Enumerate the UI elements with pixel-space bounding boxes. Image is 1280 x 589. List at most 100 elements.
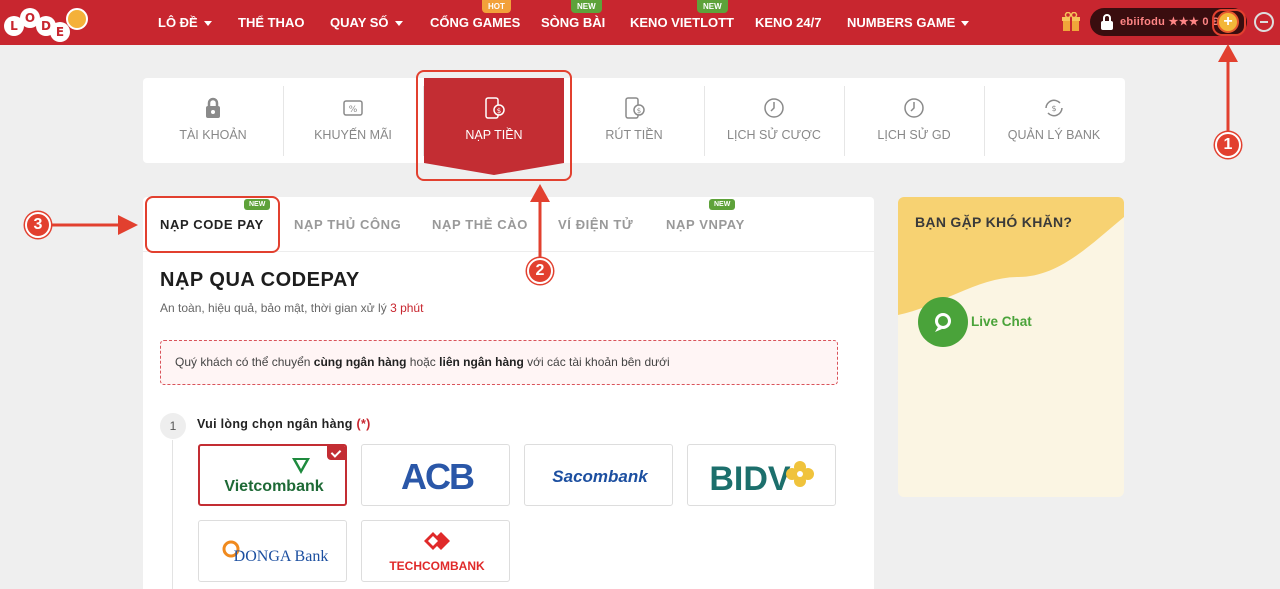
lock-icon bbox=[1101, 14, 1113, 30]
tab-nap-the-cao[interactable]: NẠP THẺ CÀO bbox=[432, 197, 528, 252]
annotation-number: 1 bbox=[1215, 132, 1241, 158]
nav-quay-so[interactable]: QUAY SỐ bbox=[330, 0, 403, 45]
vietcombank-logo: Vietcombank bbox=[224, 458, 324, 495]
nav-lo-de[interactable]: LÔ ĐỀ bbox=[158, 0, 212, 45]
tab-lich-su-gd[interactable]: LỊCH SỬ GD bbox=[844, 78, 984, 163]
chevron-down-icon bbox=[961, 21, 970, 27]
tab-label: NẠP VNPAY bbox=[666, 217, 745, 232]
annotation-box-plus bbox=[1212, 9, 1246, 36]
username-balance: ebiifodu ★★★ 0 Đ bbox=[1120, 16, 1221, 28]
svg-text:%: % bbox=[349, 105, 358, 115]
nav-label: NUMBERS GAME bbox=[847, 15, 956, 30]
annotation-number: 3 bbox=[25, 212, 51, 238]
bank-donga[interactable]: DONGA Bank bbox=[198, 520, 347, 582]
clock-icon bbox=[764, 98, 784, 118]
tab-label: NẠP THỦ CÔNG bbox=[294, 217, 402, 232]
nav-label: THỂ THAO bbox=[238, 15, 305, 30]
nav-keno-247[interactable]: KENO 24/7 bbox=[755, 0, 821, 45]
step-label-text: Vui lòng chọn ngân hàng bbox=[197, 417, 353, 431]
acb-logo: ACB bbox=[401, 456, 476, 497]
logo-coin-icon bbox=[66, 8, 88, 30]
step-number: 1 bbox=[160, 413, 186, 439]
logout-icon[interactable] bbox=[1254, 12, 1274, 32]
live-chat-label[interactable]: Live Chat bbox=[971, 314, 1032, 329]
bank-name: Sacombank bbox=[552, 467, 649, 486]
page-title: NẠP QUA CODEPAY bbox=[160, 269, 360, 291]
live-chat-button[interactable] bbox=[918, 297, 968, 347]
bank-exchange-icon: $ bbox=[1045, 99, 1063, 117]
bank-vietcombank[interactable]: Vietcombank bbox=[198, 444, 347, 506]
bidv-logo: BIDV bbox=[709, 460, 814, 498]
tab-nap-thu-cong[interactable]: NẠP THỦ CÔNG bbox=[294, 197, 401, 252]
step-label: Vui lòng chọn ngân hàng (*) bbox=[197, 417, 371, 431]
bank-sacombank[interactable]: Sacombank bbox=[524, 444, 673, 506]
required-mark: (*) bbox=[356, 417, 371, 431]
new-badge: NEW bbox=[709, 199, 736, 210]
deposit-panel: NẠP CODE PAY NEW NẠP THỦ CÔNG NẠP THẺ CÀ… bbox=[143, 197, 874, 589]
help-title: BẠN GẶP KHÓ KHĂN? bbox=[915, 214, 1073, 230]
username: ebiifodu bbox=[1120, 16, 1166, 28]
page-subtitle: An toàn, hiệu quả, bảo mật, thời gian xử… bbox=[160, 301, 423, 315]
nav-label: CỔNG GAMES bbox=[430, 15, 521, 30]
tab-rut-tien[interactable]: $ RÚT TIỀN bbox=[564, 78, 704, 163]
notice-text: hoặc bbox=[409, 355, 436, 369]
notice-bold: liên ngân hàng bbox=[439, 355, 524, 369]
bank-acb[interactable]: ACB bbox=[361, 444, 510, 506]
tab-label: QUẢN LÝ BANK bbox=[1007, 128, 1101, 142]
svg-text:$: $ bbox=[1051, 104, 1056, 113]
notice-bold: cùng ngân hàng bbox=[313, 355, 407, 369]
transfer-notice: Quý khách có thể chuyển cùng ngân hàng h… bbox=[160, 340, 838, 385]
tab-label: VÍ ĐIỆN TỬ bbox=[558, 217, 634, 232]
tab-khuyen-mai[interactable]: % KHUYẾN MÃI bbox=[283, 78, 423, 163]
account-tab-bar: TÀI KHOẢN % KHUYẾN MÃI $ NẠP TIỀN $ RÚT … bbox=[143, 78, 1125, 175]
chat-bubble-icon bbox=[935, 313, 951, 332]
withdraw-icon: $ bbox=[625, 97, 645, 119]
bank-name: BIDV bbox=[709, 460, 791, 498]
tab-vi-dien-tu[interactable]: VÍ ĐIỆN TỬ bbox=[558, 197, 633, 252]
account-icon bbox=[206, 97, 220, 118]
donga-bank-logo: DONGA Bank bbox=[222, 540, 329, 565]
nav-label: KENO VIETLOTT bbox=[630, 15, 734, 30]
chevron-down-icon bbox=[394, 21, 403, 27]
bank-name: DONGA Bank bbox=[234, 548, 329, 565]
nav-label: KENO 24/7 bbox=[755, 15, 822, 30]
tab-label: RÚT TIỀN bbox=[605, 128, 663, 142]
tab-label: LỊCH SỬ CƯỢC bbox=[727, 128, 821, 142]
step-line bbox=[172, 440, 173, 589]
hot-badge: HOT bbox=[482, 0, 511, 13]
new-badge: NEW bbox=[697, 0, 728, 13]
nav-label: QUAY SỐ bbox=[330, 15, 389, 30]
nav-the-thao[interactable]: THỂ THAO bbox=[238, 0, 304, 45]
checkmark-icon bbox=[327, 446, 345, 460]
tab-lich-su-cuoc[interactable]: LỊCH SỬ CƯỢC bbox=[704, 78, 844, 163]
chevron-down-icon bbox=[203, 21, 212, 27]
svg-text:$: $ bbox=[637, 107, 641, 115]
gift-icon[interactable] bbox=[1062, 12, 1080, 32]
sacombank-logo: Sacombank bbox=[552, 467, 649, 486]
nav-numbers-game[interactable]: NUMBERS GAME bbox=[847, 0, 970, 45]
help-card: BẠN GẶP KHÓ KHĂN? Live Chat bbox=[898, 197, 1124, 497]
new-badge: NEW bbox=[571, 0, 602, 13]
annotation-box-deposit-tab bbox=[416, 70, 572, 181]
annotation-box-codepay-tab bbox=[145, 196, 280, 253]
annotation-number: 2 bbox=[527, 258, 553, 284]
tab-label: KHUYẾN MÃI bbox=[314, 128, 392, 142]
notice-text: Quý khách có thể chuyển bbox=[175, 355, 311, 369]
notice-text: với các tài khoản bên dưới bbox=[527, 355, 670, 369]
top-navigation: L O D E LÔ ĐỀ THỂ THAO QUAY SỐ CỔNG GAME… bbox=[0, 0, 1280, 45]
subtitle-text: An toàn, hiệu quả, bảo mật, thời gian xử… bbox=[160, 301, 387, 315]
tab-label: NẠP THẺ CÀO bbox=[432, 217, 528, 232]
tab-label: LỊCH SỬ GD bbox=[877, 128, 951, 142]
tab-quan-ly-bank[interactable]: $ QUẢN LÝ BANK bbox=[984, 78, 1124, 163]
clock-icon bbox=[904, 98, 924, 118]
bank-name: Vietcombank bbox=[224, 478, 323, 495]
techcombank-logo: TECHCOMBANK bbox=[389, 532, 485, 573]
nav-label: LÔ ĐỀ bbox=[158, 15, 198, 30]
tab-tai-khoan[interactable]: TÀI KHOẢN bbox=[143, 78, 283, 163]
tab-nap-vnpay[interactable]: NẠP VNPAY NEW bbox=[666, 197, 745, 252]
site-logo[interactable]: L O D E bbox=[4, 4, 88, 42]
nav-label: SÒNG BÀI bbox=[541, 15, 606, 30]
promotion-icon: % bbox=[343, 100, 363, 116]
bank-bidv[interactable]: BIDV bbox=[687, 444, 836, 506]
bank-techcombank[interactable]: TECHCOMBANK bbox=[361, 520, 510, 582]
